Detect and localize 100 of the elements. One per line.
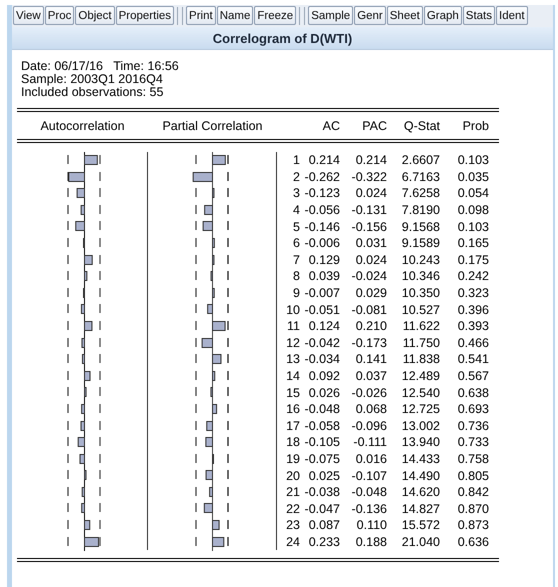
lag-cell-text: 7: [292, 252, 300, 267]
table-cell-text: -0.081: [350, 302, 387, 317]
toolbar-button[interactable]: Print: [186, 6, 216, 25]
toolbar-button[interactable]: Genr: [354, 6, 386, 25]
table-cell-text: 10.243: [400, 252, 440, 267]
table-cell-text: 7.8190: [400, 203, 440, 218]
correlation-bar: [68, 172, 85, 182]
table-cell-text: 0.214: [354, 153, 387, 168]
table-cell-text: 13.002: [400, 418, 440, 433]
table-cell-text: 0.873: [456, 518, 489, 532]
info-text: Included observations: 55: [21, 86, 164, 99]
table-cell-text: 0.214: [308, 153, 340, 168]
table-cell-text: -0.075: [304, 452, 340, 466]
view-title: Correlogram of D(WTI): [12, 27, 553, 50]
table-cell-text: 12.725: [400, 402, 440, 416]
column-header: Prob: [462, 118, 489, 132]
lag-cell-text: 13: [285, 352, 300, 366]
table-cell-text: -0.047: [304, 502, 340, 516]
correlation-bar: [202, 221, 213, 232]
table-cell-text: 15.572: [400, 518, 440, 532]
toolbar-button[interactable]: Ident: [496, 6, 528, 25]
table-cell-text: 14.490: [400, 468, 440, 483]
table-cell-text: 0.035: [456, 170, 489, 184]
table-cell-text: -0.024: [350, 269, 387, 284]
correlation-bar: [78, 437, 85, 448]
toolbar-button[interactable]: Proc: [44, 6, 74, 25]
correlation-bar: [192, 172, 213, 182]
lag-cell-text: 22: [285, 502, 300, 516]
table-cell-text: 0.016: [354, 452, 387, 466]
table-cell-text: 13.940: [400, 435, 440, 450]
correlation-bar: [80, 304, 85, 314]
table-cell-text: -0.026: [350, 386, 387, 400]
lag-cell-text: 14: [285, 369, 300, 384]
table-cell-text: 0.029: [354, 286, 387, 300]
correlation-bar: [212, 404, 218, 414]
table-cell-text: 11.838: [402, 352, 440, 366]
correlation-bar: [84, 155, 98, 165]
lag-cell-text: 24: [285, 534, 300, 549]
toolbar-button[interactable]: Object: [75, 6, 115, 25]
correlation-bar: [84, 536, 99, 547]
correlation-bar: [84, 320, 92, 331]
correlation-bar: [210, 387, 213, 398]
table-cell-text: 0.567: [456, 369, 489, 384]
lag-cell-text: 15: [285, 386, 300, 400]
table-cell-text: 0.165: [456, 236, 489, 250]
lag-cell-text: 10: [285, 302, 300, 317]
correlation-bar: [212, 536, 224, 547]
table-cell-text: 10.527: [400, 302, 440, 317]
toolbar-button[interactable]: Stats: [462, 6, 496, 25]
table-cell-text: 0.870: [456, 502, 489, 516]
correlation-bar: [212, 288, 215, 298]
table-cell-text: 0.638: [456, 386, 489, 400]
table-cell-text: 0.039: [308, 269, 340, 284]
table-cell-text: 11.622: [402, 319, 440, 334]
toolbar-button[interactable]: Freeze: [254, 6, 296, 25]
table-cell-text: 10.346: [400, 269, 440, 284]
table-cell-text: 0.175: [456, 252, 489, 267]
table-cell-text: 0.129: [308, 252, 340, 267]
table-cell-text: 0.098: [456, 203, 489, 218]
table-cell-text: 14.433: [400, 452, 440, 466]
toolbar-button[interactable]: View: [13, 6, 44, 25]
correlation-bar: [212, 520, 220, 530]
column-header: Partial Correlation: [161, 118, 264, 132]
table-cell-text: -0.262: [304, 170, 340, 184]
lag-cell-text: 9: [292, 286, 300, 300]
table-cell-text: -0.006: [304, 236, 340, 250]
toolbar-button[interactable]: Name: [216, 6, 254, 25]
table-cell-text: -0.173: [350, 336, 387, 350]
correlation-bar: [212, 370, 216, 381]
table-cell-text: 21.040: [400, 534, 440, 549]
lag-cell-text: 19: [285, 452, 300, 466]
table-cell-text: 14.827: [400, 502, 440, 516]
toolbar-button[interactable]: Properties: [116, 6, 174, 25]
toolbar-button[interactable]: Sheet: [386, 6, 423, 25]
table-cell-text: 0.026: [308, 386, 340, 400]
table-cell-text: 0.037: [354, 369, 387, 384]
table-cell-text: -0.136: [350, 502, 387, 516]
toolbar-button[interactable]: Sample: [308, 6, 354, 25]
correlation-bar: [205, 437, 213, 448]
lag-cell-text: 5: [292, 220, 300, 234]
correlation-bar: [212, 254, 214, 265]
column-header: Q-Stat: [402, 118, 440, 132]
toolbar-button[interactable]: Graph: [424, 6, 462, 25]
correlation-bar: [76, 188, 85, 198]
table-cell-text: 0.103: [456, 153, 489, 168]
table-cell-text: -0.146: [304, 220, 340, 234]
column-header: Autocorrelation: [39, 118, 126, 132]
table-cell-text: 7.6258: [400, 186, 440, 200]
table-cell-text: 14.620: [400, 485, 440, 500]
table-cell-text: 10.350: [400, 286, 440, 300]
correlation-bar: [207, 304, 213, 314]
table-cell-text: 0.541: [456, 352, 489, 366]
correlation-bar: [212, 188, 214, 198]
table-cell-text: 0.233: [308, 534, 340, 549]
table-cell-text: 0.805: [456, 468, 489, 483]
table-cell-text: -0.042: [304, 336, 340, 350]
table-cell-text: -0.058: [304, 418, 340, 433]
table-cell-text: 0.024: [354, 252, 387, 267]
info-text: Date: 06/17/16 Time: 16:56: [21, 60, 180, 73]
table-cell-text: -0.034: [304, 352, 340, 366]
